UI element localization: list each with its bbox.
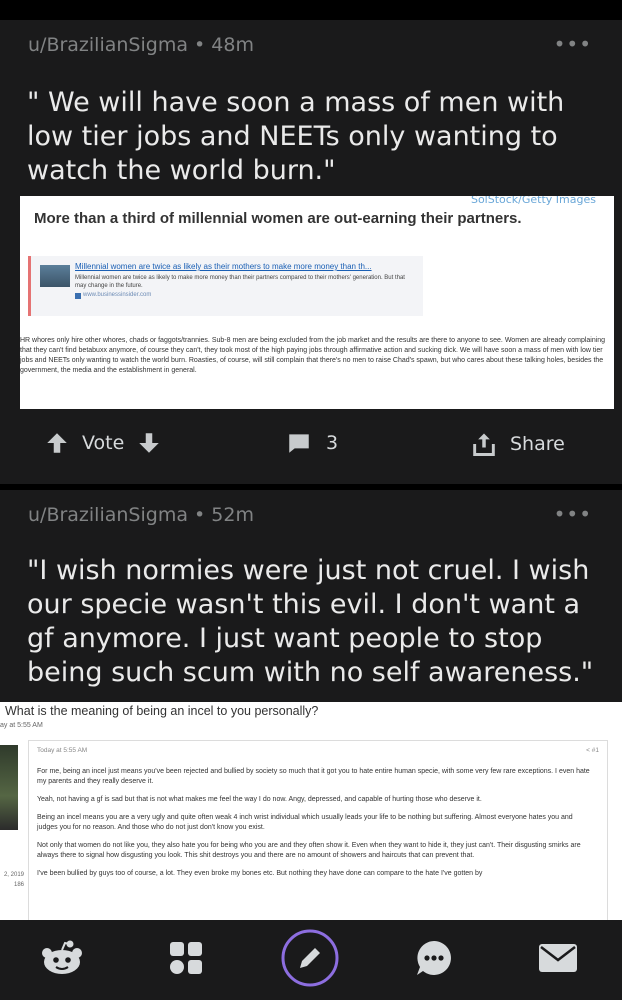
tab-communities[interactable]	[124, 920, 248, 1000]
avatar	[0, 745, 18, 830]
post-meta[interactable]: u/BrazilianSigma • 48m	[28, 34, 254, 56]
comment-count: 3	[326, 432, 339, 454]
link-favicon-icon	[75, 293, 81, 299]
comment-bubble-icon	[286, 430, 312, 456]
upvote-arrow-icon[interactable]	[44, 430, 70, 456]
post-title[interactable]: "I wish normies were just not cruel. I w…	[27, 554, 597, 690]
join-date: 2, 2019	[3, 872, 24, 878]
image-headline: More than a third of millennial women ar…	[34, 210, 522, 227]
post-title[interactable]: " We will have soon a mass of men with l…	[27, 86, 597, 188]
bottom-tab-bar	[0, 920, 622, 1000]
post-action-bar: Vote 3 Share	[0, 420, 622, 468]
paragraph: For me, being an incel just means you've…	[37, 768, 590, 785]
image-credit: SolStock/Getty Images	[470, 196, 596, 206]
paragraph: Being an incel means you are a very ugly…	[37, 814, 573, 831]
post-meta[interactable]: u/BrazilianSigma • 52m	[28, 504, 254, 526]
paragraph: I've been bullied by guys too of course,…	[37, 870, 483, 877]
vote-control: Vote	[44, 430, 162, 456]
link-preview: Millennial women are twice as likely as …	[28, 256, 423, 316]
communities-grid-icon	[168, 940, 204, 980]
post-image[interactable]: What is the meaning of being an incel to…	[0, 702, 622, 920]
image-paragraph: HR whores only hire other whores, chads …	[20, 337, 606, 374]
inbox-mail-icon	[538, 942, 578, 978]
forum-post-body: For me, being an incel just means you've…	[37, 767, 595, 887]
paragraph: Yeah, not having a gf is sad but that is…	[37, 796, 482, 803]
link-title: Millennial women are twice as likely as …	[75, 262, 372, 271]
share-icon	[470, 430, 498, 458]
post-image[interactable]: SolStock/Getty Images More than a third …	[20, 196, 614, 409]
chat-bubble-icon	[414, 938, 454, 982]
forum-post-number: < #1	[586, 747, 599, 754]
post-card[interactable]: u/BrazilianSigma • 48m ••• " We will hav…	[0, 20, 622, 484]
downvote-arrow-icon[interactable]	[136, 430, 162, 456]
create-post-pencil-icon	[280, 928, 340, 992]
share-label: Share	[510, 433, 565, 455]
paragraph: Not only that women do not like you, the…	[37, 842, 581, 859]
link-description: Millennial women are twice as likely to …	[75, 275, 405, 289]
tab-chat[interactable]	[372, 920, 496, 1000]
thread-date: ay at 5:55 AM	[0, 722, 43, 729]
forum-post-date: Today at 5:55 AM	[37, 747, 88, 754]
tab-create-post[interactable]	[248, 920, 372, 1000]
tab-home[interactable]	[0, 920, 124, 1000]
vote-label: Vote	[82, 432, 125, 454]
more-options-button[interactable]: •••	[554, 32, 592, 56]
message-count: 186	[13, 882, 24, 888]
link-source: www.businessinsider.com	[83, 292, 152, 298]
comments-button[interactable]: 3	[286, 430, 338, 456]
tab-inbox[interactable]	[496, 920, 620, 1000]
more-options-button[interactable]: •••	[554, 502, 592, 526]
link-thumbnail	[40, 265, 70, 287]
share-button[interactable]: Share	[470, 430, 565, 458]
reddit-home-icon	[39, 940, 85, 980]
user-side-meta: 2, 2019 186	[0, 870, 24, 890]
forum-post: Today at 5:55 AM < #1 For me, being an i…	[28, 740, 608, 920]
thread-title: What is the meaning of being an incel to…	[5, 704, 319, 718]
